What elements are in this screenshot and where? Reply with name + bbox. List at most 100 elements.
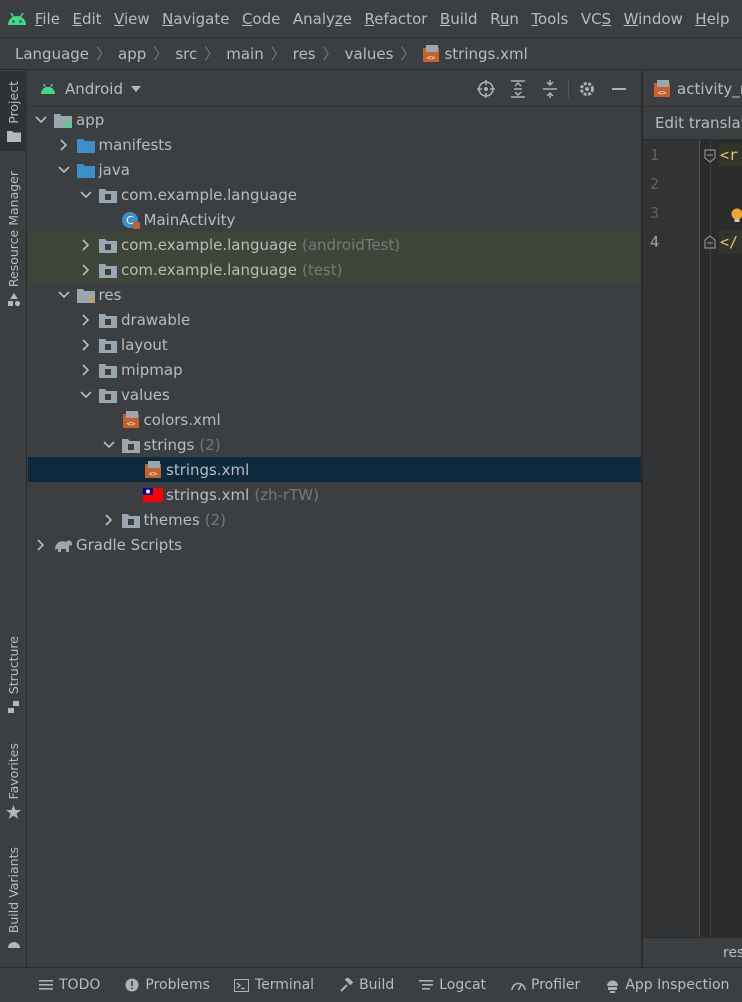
menu-item-window[interactable]: Window [624,10,683,28]
gear-icon[interactable] [571,71,603,107]
tree-item-label: strings.xml [166,460,250,479]
menu-item-code[interactable]: Code [242,10,280,28]
chevron-down-icon[interactable] [33,112,49,128]
android-icon [41,83,55,94]
menu-item-view[interactable]: View [114,10,150,28]
package-icon [98,311,118,329]
tab-resource-manager[interactable]: Resource Manager [0,171,27,311]
chevron-right-icon[interactable] [78,262,94,278]
breadcrumb-item[interactable]: src [175,45,197,63]
tree-item[interactable]: java [28,157,641,182]
chevron-right-icon[interactable] [78,362,94,378]
tree-item-label: Gradle Scripts [76,535,182,554]
chevron-right-icon[interactable] [101,512,117,528]
tool-window-profiler[interactable]: Profiler [510,977,580,993]
translations-banner[interactable]: Edit translations for all locales in the… [643,107,742,140]
tree-item[interactable]: layout [28,332,641,357]
menu-item-mnemonic: u [499,9,510,28]
tab-project[interactable]: Project [0,71,27,151]
tab-structure[interactable]: Structure [0,636,27,720]
chevron-down-icon[interactable] [131,85,141,92]
breadcrumb-item[interactable]: app [118,45,146,63]
tab-favorites[interactable]: Favorites [0,743,27,823]
menu-item-edit[interactable]: Edit [72,10,101,28]
breadcrumb-item[interactable]: res [293,45,316,63]
tool-window-terminal[interactable]: Terminal [234,977,314,993]
breadcrumb-item[interactable]: strings.xml [444,45,527,63]
tree-item[interactable]: <> strings.xml [28,457,641,482]
chevron-down-icon[interactable] [56,287,72,303]
locate-icon[interactable] [470,71,502,107]
module-folder-icon [53,111,73,129]
tool-window-label: Logcat [439,977,487,993]
menu-item-navigate[interactable]: Navigate [162,10,229,28]
chevron-down-icon[interactable] [78,387,94,403]
tool-window-todo[interactable]: TODO [38,977,100,993]
lightbulb-icon[interactable] [730,208,742,224]
tree-item[interactable]: themes (2) [28,507,641,532]
menu-item-file[interactable]: File [35,10,60,28]
tree-item[interactable]: com.example.language (test) [28,257,641,282]
chevron-right-icon[interactable] [78,337,94,353]
menu-item-tools[interactable]: Tools [531,10,568,28]
code-line[interactable]: <r [719,143,742,167]
chevron-right-icon[interactable] [78,237,94,253]
tool-window-build[interactable]: Build [338,977,394,993]
chevron-right-icon[interactable] [56,137,72,153]
menu-item-vcs[interactable]: VCS [581,10,611,28]
menu-item-analyze[interactable]: Analyze [293,10,352,28]
hide-panel-icon[interactable] [603,71,635,107]
package-icon [98,336,118,354]
tool-window-logcat[interactable]: Logcat [418,977,486,993]
tool-window-label: TODO [59,977,101,993]
tree-item[interactable]: mipmap [28,357,641,382]
menu-item-refactor[interactable]: Refactor [364,10,427,28]
code-line[interactable]: </ [719,230,742,254]
menu-item-mnemonic: R [364,9,375,28]
menu-item-text: VC [580,9,602,28]
menu-item-build[interactable]: Build [440,10,478,28]
editor-tab-activity-main[interactable]: activity_main.xml [677,80,742,98]
tree-item[interactable]: Gradle Scripts [28,532,641,557]
tab-build-variants-label: Build Variants [6,847,21,934]
tree-item-label: manifests [98,135,173,154]
fold-icon[interactable] [704,235,716,249]
tree-item[interactable]: manifests [28,132,641,157]
list-icon [38,977,54,993]
collapse-all-icon[interactable] [534,71,566,107]
android-studio-logo-icon[interactable] [0,0,35,37]
menu-item-help[interactable]: Help [695,10,729,28]
kotlin-class-icon: C [121,211,141,229]
tool-window-problems[interactable]: Problems [124,977,210,993]
code-area[interactable] [699,140,742,937]
breadcrumb-item[interactable]: main [226,45,263,63]
tree-item[interactable]: drawable [28,307,641,332]
tree-item[interactable]: strings.xml (zh-rTW) [28,482,641,507]
breadcrumb-item[interactable]: Language [15,45,89,63]
tree-item[interactable]: app [28,107,641,132]
xml-file-icon: <> [143,460,163,479]
package-icon [98,361,118,379]
editor-breadcrumb-text[interactable]: resources [723,945,742,961]
tab-build-variants[interactable]: Build Variants [0,847,27,953]
tree-item[interactable]: com.example.language [28,182,641,207]
chevron-down-icon[interactable] [101,437,117,453]
menu-item-run[interactable]: Run [490,10,519,28]
tree-item[interactable]: com.example.language (androidTest) [28,232,641,257]
chevron-down-icon[interactable] [56,162,72,178]
breadcrumb-item[interactable]: values [345,45,394,63]
editor-breadcrumb-bar: resources [643,937,742,967]
tool-window-app-inspection[interactable]: App Inspection [604,977,729,993]
tree-item[interactable]: strings (2) [28,432,641,457]
tree-item[interactable]: values [28,382,641,407]
chevron-down-icon[interactable] [78,187,94,203]
editor-gutter [643,140,699,937]
fold-icon[interactable] [704,149,716,163]
chevron-right-icon[interactable] [78,312,94,328]
expand-all-icon[interactable] [502,71,534,107]
chevron-right-icon[interactable] [33,537,49,553]
tree-item[interactable]: res [28,282,641,307]
tree-item[interactable]: C MainActivity [28,207,641,232]
project-view-selector[interactable]: Android [65,80,123,98]
tree-item[interactable]: <> colors.xml [28,407,641,432]
